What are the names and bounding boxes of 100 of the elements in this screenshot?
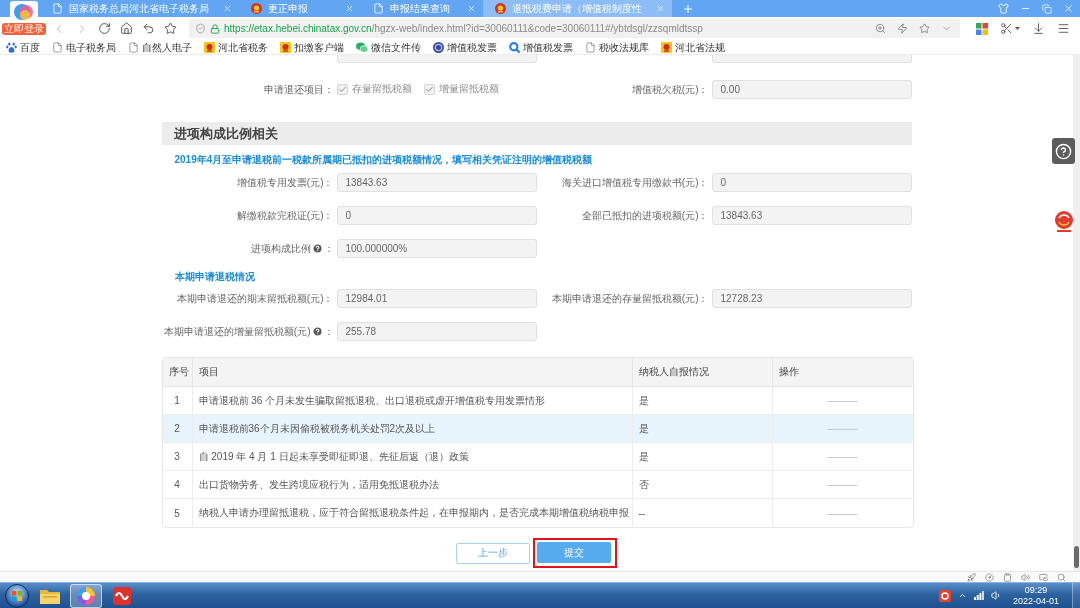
emblem-icon — [661, 41, 672, 53]
field-label: 本期申请退还的增量留抵税额(元) — [163, 325, 311, 338]
input-field[interactable]: 0 — [711, 173, 912, 192]
home-icon[interactable] — [120, 22, 133, 35]
undo-icon[interactable] — [142, 22, 155, 35]
close-icon[interactable] — [223, 4, 232, 13]
table-row[interactable]: 5 纳税人申请办理留抵退税，应于符合留抵退税条件起，在申报期内，是否完成本期增值税纳税申报 -- ——— — [162, 499, 913, 527]
table-row[interactable]: 2 申请退税前36个月未因偷税被税务机关处罚2次及以上 是 ——— — [162, 415, 913, 443]
help-icon[interactable] — [311, 243, 323, 254]
check-icon — [337, 84, 347, 94]
bookmark[interactable]: 河北省法规 — [661, 40, 725, 54]
section-header: 进项构成比例相关 — [161, 122, 912, 145]
bookmark[interactable]: 扣缴客户端 — [280, 40, 344, 54]
search-icon[interactable] — [1057, 572, 1066, 582]
page-icon — [128, 41, 139, 53]
input-field[interactable] — [711, 55, 912, 63]
scrollbar-thumb[interactable] — [1074, 546, 1079, 568]
bookmark[interactable]: 自然人电子 — [128, 40, 192, 54]
apps-grid-icon[interactable] — [976, 22, 988, 35]
bookmark[interactable]: 税收法规库 — [585, 40, 649, 54]
signal-icon[interactable] — [973, 591, 984, 600]
magnifier-icon — [509, 41, 520, 53]
table-cell-text: ——— — [826, 506, 859, 521]
table-row[interactable]: 1 申请退税前 36 个月未发生骗取留抵退税、出口退税或虚开增值税专用发票情形 是 ——— — [162, 387, 913, 415]
input-field[interactable]: 255.78 — [336, 322, 537, 341]
zoom-icon[interactable] — [875, 23, 886, 34]
show-desktop-button[interactable] — [1072, 583, 1080, 608]
start-button[interactable] — [4, 583, 30, 608]
field-label: 申请退还项目： — [263, 83, 334, 96]
restore-icon[interactable] — [1042, 3, 1052, 14]
clock-time: 09:29 — [1024, 584, 1048, 596]
group-title: 本期申请退税情况 — [173, 271, 256, 283]
field-label: 海关进口增值税专用缴款书(元)： — [561, 176, 709, 189]
bookmark[interactable]: 微信文件传 — [356, 40, 421, 54]
table-cell: 5 — [162, 499, 193, 527]
download-icon[interactable] — [1032, 22, 1045, 35]
login-badge[interactable]: 立即登录 — [2, 23, 46, 35]
rocket-icon[interactable] — [967, 572, 976, 582]
caret-icon[interactable] — [1015, 27, 1020, 30]
paw-icon — [6, 41, 17, 53]
lightning-icon[interactable] — [897, 23, 908, 34]
star-icon[interactable] — [919, 23, 930, 34]
group-title: 2019年4月至申请退税前一税款所属期已抵扣的进项税额情况，填写相关凭证注明的增值税税额 — [173, 154, 594, 166]
scrollbar[interactable] — [1073, 55, 1080, 571]
lock-icon — [210, 23, 220, 34]
input-method-icon[interactable] — [938, 589, 951, 602]
input-field[interactable]: 12728.23 — [711, 289, 912, 308]
help-icon — [1055, 142, 1072, 160]
column-header: 项目 — [192, 358, 633, 387]
emblem-icon — [204, 41, 215, 53]
close-icon[interactable] — [656, 4, 665, 13]
shirt-icon[interactable] — [998, 3, 1009, 14]
input-field[interactable]: 100.000000% — [336, 239, 537, 258]
taskbar-button[interactable] — [70, 583, 102, 608]
browser-logo-icon[interactable] — [10, 1, 38, 22]
address-bar[interactable]: https://etax.hebei.chinatax.gov.cn/hgzx-web/index.html?id=30060111&code=30060111#/ybtdsgl/zzsqmldtssp — [189, 19, 960, 38]
bookmark[interactable]: 百度 — [6, 40, 40, 54]
column-header: 序号 — [162, 358, 193, 387]
input-field[interactable]: 12984.01 — [336, 289, 537, 308]
checkbox-label: 增量留抵税额 — [438, 82, 499, 96]
bookmark[interactable]: 增值税发票 — [509, 40, 573, 54]
input-field[interactable]: 13843.63 — [711, 206, 912, 225]
table-row[interactable]: 3 自 2019 年 4 月 1 日起未享受即征即退、先征后返（退）政策 是 ——— — [162, 443, 913, 471]
back-button[interactable]: 上一步 — [456, 542, 530, 564]
help-button[interactable] — [1052, 138, 1075, 164]
bookmark[interactable]: 增值税发票 — [433, 40, 497, 54]
input-field[interactable]: 0.00 — [711, 80, 912, 99]
column-header: 纳税人自报情况 — [632, 358, 773, 387]
folder-icon — [40, 587, 60, 604]
star-icon[interactable] — [164, 22, 177, 35]
menu-icon[interactable] — [1057, 22, 1070, 35]
scissors-icon[interactable] — [1000, 22, 1013, 35]
speaker-icon[interactable] — [1021, 572, 1030, 582]
reload-icon[interactable] — [98, 22, 111, 35]
bookmark[interactable]: 河北省税务 — [204, 40, 268, 54]
label-colon: ： — [323, 325, 334, 338]
help-icon[interactable] — [311, 326, 323, 337]
table-row[interactable]: 4 出口货物劳务、发生跨境应税行为，适用免抵退税办法 否 ——— — [162, 471, 913, 499]
input-field[interactable]: 0 — [336, 206, 537, 225]
speaker-icon[interactable] — [990, 590, 1002, 601]
check-icon — [424, 84, 434, 94]
input-field[interactable]: 13843.63 — [336, 173, 537, 192]
bookmark[interactable]: 电子税务局 — [52, 40, 116, 54]
window-icon[interactable] — [1039, 572, 1048, 582]
round-logo-icon — [433, 41, 444, 53]
field-label: 本期申请退还的存量留抵税额(元)： — [551, 292, 709, 305]
input-field[interactable] — [336, 55, 537, 63]
clipboard-icon[interactable] — [1003, 572, 1012, 582]
checkbox-label: 存量留抵税额 — [351, 82, 412, 96]
swirl-logo-icon[interactable] — [1054, 210, 1074, 232]
gauge-icon[interactable] — [985, 572, 994, 582]
tray-expand-icon[interactable] — [957, 591, 967, 600]
close-icon[interactable] — [467, 4, 476, 13]
page-icon — [52, 41, 63, 53]
close-icon[interactable] — [1063, 3, 1074, 14]
field-label: 本期申请退还的期末留抵税额(元)： — [176, 292, 334, 305]
close-icon[interactable] — [345, 4, 354, 13]
browser-logo-icon — [77, 586, 95, 605]
column-header: 操作 — [772, 358, 913, 387]
new-tab-icon[interactable] — [682, 2, 694, 15]
